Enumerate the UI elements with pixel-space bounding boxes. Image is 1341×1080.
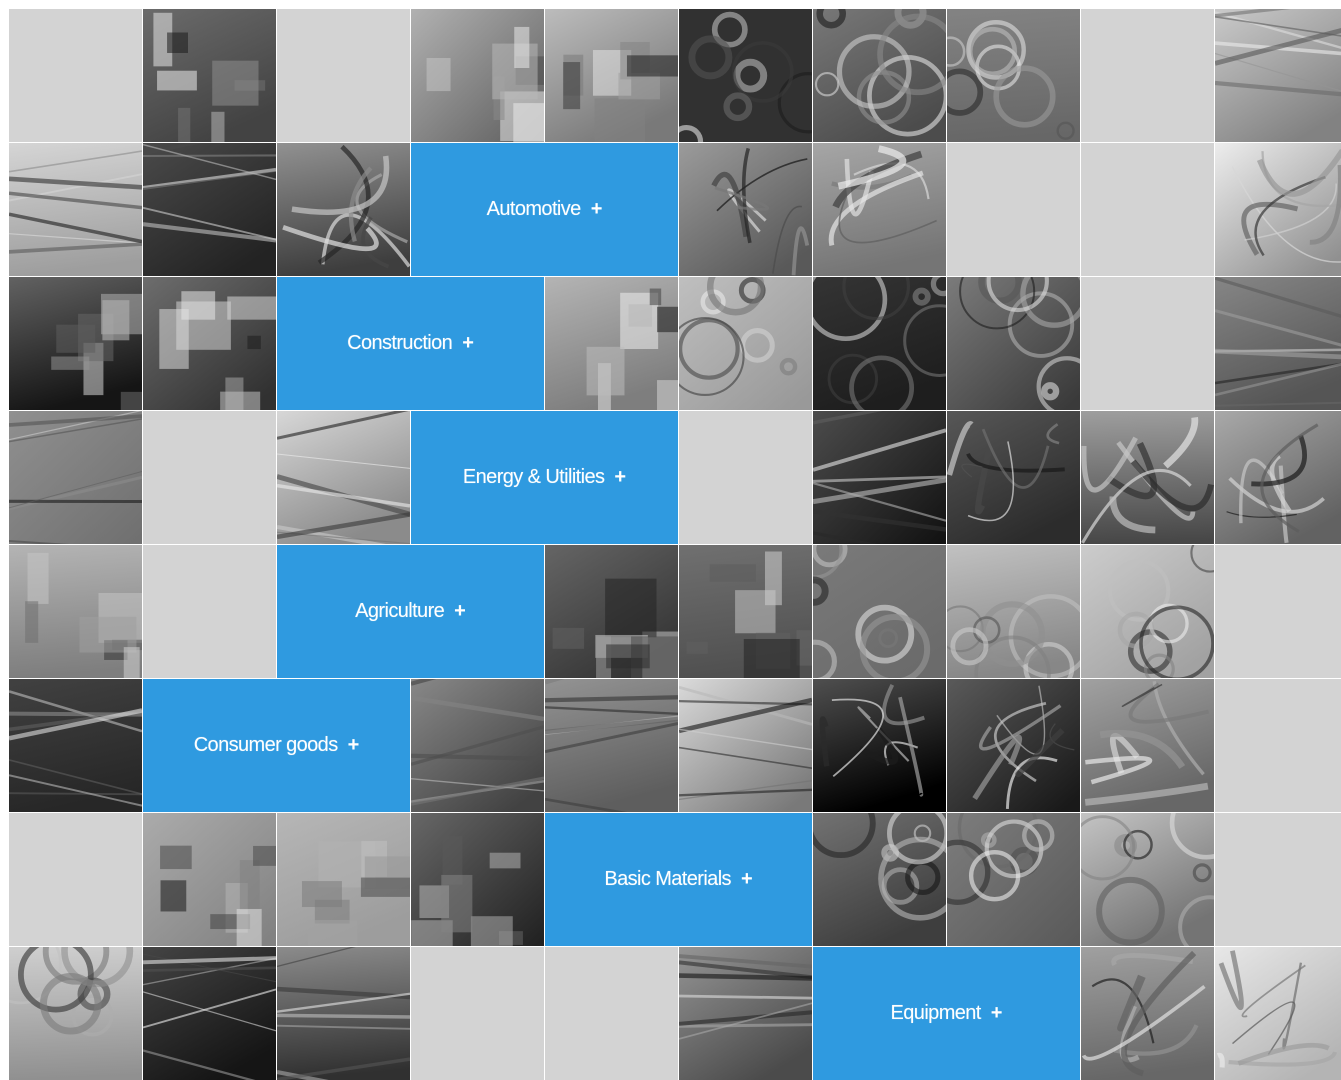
- empty-tile: [1215, 545, 1341, 678]
- photo-tile: [1215, 277, 1341, 410]
- photo-tile: [277, 411, 410, 544]
- category-label: Automotive: [487, 198, 581, 221]
- photo-tile: [277, 947, 410, 1080]
- photo-tile: [679, 947, 812, 1080]
- photo-tile: [143, 9, 276, 142]
- photo-tile: [9, 947, 142, 1080]
- photo-tile: [1215, 411, 1341, 544]
- empty-tile: [947, 143, 1080, 276]
- photo-tile: [277, 813, 410, 946]
- photo-tile: [813, 813, 946, 946]
- empty-tile: [9, 9, 142, 142]
- photo-tile: [813, 277, 946, 410]
- photo-tile: [545, 277, 678, 410]
- plus-icon: +: [348, 734, 360, 757]
- empty-tile: [1081, 9, 1214, 142]
- photo-tile: [9, 679, 142, 812]
- photo-tile: [947, 9, 1080, 142]
- photo-tile: [813, 411, 946, 544]
- photo-tile: [813, 9, 946, 142]
- photo-tile: [1215, 9, 1341, 142]
- category-tile-automotive[interactable]: Automotive +: [411, 143, 678, 276]
- photo-tile: [1081, 813, 1214, 946]
- photo-tile: [1215, 947, 1341, 1080]
- photo-tile: [9, 411, 142, 544]
- photo-tile: [947, 411, 1080, 544]
- category-tile-equipment[interactable]: Equipment +: [813, 947, 1080, 1080]
- photo-tile: [813, 545, 946, 678]
- photo-tile: [679, 9, 812, 142]
- empty-tile: [9, 813, 142, 946]
- category-tile-energy-utilities[interactable]: Energy & Utilities +: [411, 411, 678, 544]
- empty-tile: [1081, 277, 1214, 410]
- category-label: Agriculture: [355, 600, 444, 623]
- photo-tile: [679, 679, 812, 812]
- photo-tile: [143, 813, 276, 946]
- plus-icon: +: [462, 332, 474, 355]
- photo-tile: [1081, 411, 1214, 544]
- empty-tile: [411, 947, 544, 1080]
- category-tile-agriculture[interactable]: Agriculture +: [277, 545, 544, 678]
- photo-tile: [1081, 679, 1214, 812]
- photo-tile: [545, 545, 678, 678]
- photo-tile: [947, 277, 1080, 410]
- category-label: Construction: [347, 332, 452, 355]
- photo-tile: [411, 813, 544, 946]
- empty-tile: [143, 411, 276, 544]
- photo-tile: [813, 143, 946, 276]
- photo-tile: [9, 143, 142, 276]
- photo-tile: [9, 277, 142, 410]
- photo-tile: [545, 9, 678, 142]
- photo-tile: [947, 813, 1080, 946]
- empty-tile: [143, 545, 276, 678]
- empty-tile: [1081, 143, 1214, 276]
- plus-icon: +: [454, 600, 466, 623]
- category-label: Basic Materials: [604, 868, 731, 891]
- industry-photo-grid: Automotive+Construction+Energy & Utiliti…: [9, 9, 1341, 1079]
- photo-tile: [679, 143, 812, 276]
- plus-icon: +: [991, 1002, 1003, 1025]
- category-label: Equipment: [891, 1002, 981, 1025]
- photo-tile: [9, 545, 142, 678]
- empty-tile: [1215, 813, 1341, 946]
- empty-tile: [1215, 679, 1341, 812]
- empty-tile: [545, 947, 678, 1080]
- photo-tile: [143, 277, 276, 410]
- category-tile-construction[interactable]: Construction +: [277, 277, 544, 410]
- photo-tile: [1081, 545, 1214, 678]
- category-label: Consumer goods: [194, 734, 338, 757]
- plus-icon: +: [591, 198, 603, 221]
- category-label: Energy & Utilities: [463, 466, 604, 489]
- photo-tile: [1081, 947, 1214, 1080]
- photo-tile: [1215, 143, 1341, 276]
- category-tile-basic-materials[interactable]: Basic Materials +: [545, 813, 812, 946]
- photo-tile: [947, 545, 1080, 678]
- plus-icon: +: [741, 868, 753, 891]
- category-tile-consumer-goods[interactable]: Consumer goods +: [143, 679, 410, 812]
- photo-tile: [679, 545, 812, 678]
- photo-tile: [679, 277, 812, 410]
- photo-tile: [947, 679, 1080, 812]
- empty-tile: [679, 411, 812, 544]
- photo-tile: [411, 9, 544, 142]
- photo-tile: [813, 679, 946, 812]
- photo-tile: [143, 143, 276, 276]
- photo-tile: [143, 947, 276, 1080]
- photo-tile: [411, 679, 544, 812]
- plus-icon: +: [614, 466, 626, 489]
- photo-tile: [277, 143, 410, 276]
- photo-tile: [545, 679, 678, 812]
- empty-tile: [277, 9, 410, 142]
